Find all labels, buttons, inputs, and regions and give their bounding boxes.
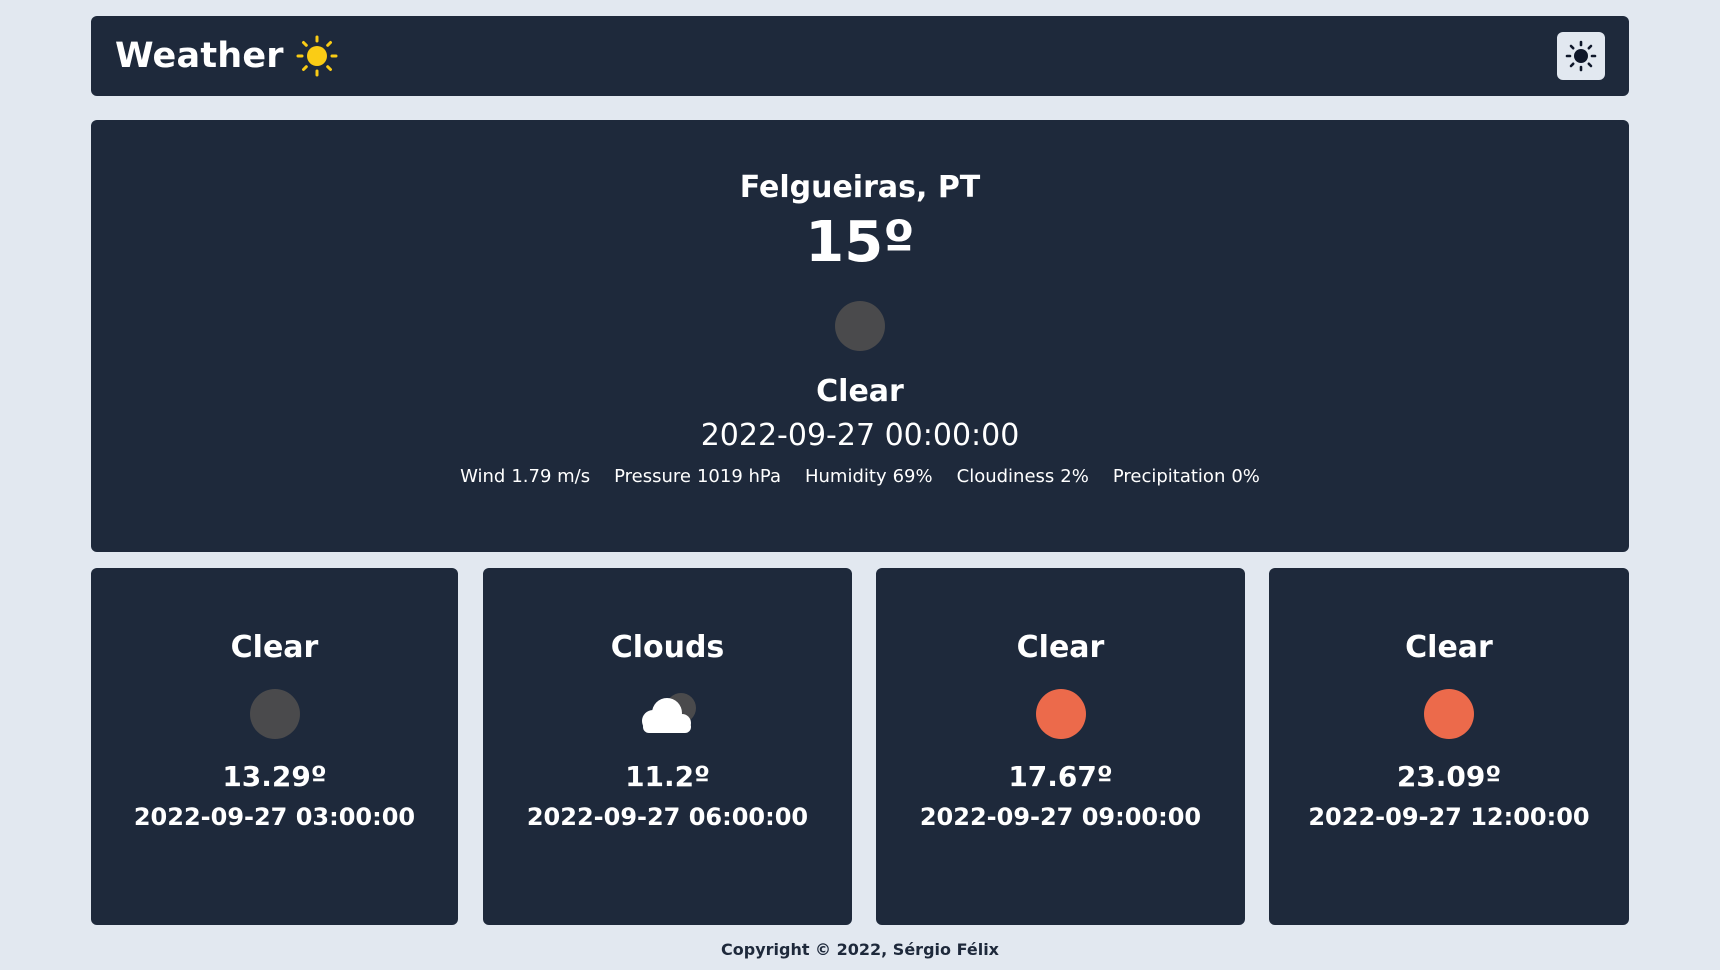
forecast-condition: Clear [230, 630, 319, 665]
location-name: Felgueiras, PT [739, 170, 981, 205]
forecast-datetime: 2022-09-27 06:00:00 [526, 803, 809, 831]
forecast-card: Clouds 11.2º 2022-09-27 06:00:00 [483, 568, 852, 925]
top-bar: Weather [91, 16, 1629, 96]
forecast-card: Clear 13.29º 2022-09-27 03:00:00 [91, 568, 458, 925]
stat-label: Cloudiness [956, 466, 1055, 487]
forecast-temperature: 17.67º [1008, 760, 1113, 793]
stat-cloudiness: Cloudiness 2% [957, 464, 1089, 490]
app-title: Weather [115, 36, 284, 76]
stat-label: Humidity [804, 466, 887, 487]
sun-clear-day-icon [1035, 689, 1086, 739]
forecast-icon-slot [1414, 688, 1484, 740]
theme-toggle-button[interactable] [1557, 32, 1605, 80]
stat-label: Precipitation [1112, 466, 1226, 487]
stat-value: 69% [892, 466, 933, 487]
forecast-icon-slot [633, 688, 703, 740]
forecast-card: Clear 23.09º 2022-09-27 12:00:00 [1269, 568, 1629, 925]
stat-value: 0% [1231, 466, 1260, 487]
forecast-datetime: 2022-09-27 12:00:00 [1308, 803, 1590, 831]
stat-label: Wind [460, 466, 506, 487]
sun-icon [296, 35, 338, 77]
sun-clear-day-icon [1424, 689, 1474, 739]
stat-humidity: Humidity 69% [805, 464, 933, 490]
forecast-datetime: 2022-09-27 09:00:00 [919, 803, 1202, 831]
forecast-icon-slot [1026, 688, 1096, 740]
forecast-condition: Clear [1016, 630, 1105, 665]
app-root: Weather Felgueiras, PT 15º Clear 2022-09… [0, 0, 1720, 970]
forecast-datetime: 2022-09-27 03:00:00 [133, 803, 416, 831]
stat-wind: Wind 1.79 m/s [460, 464, 590, 490]
weather-stats: Wind 1.79 m/s Pressure 1019 hPa Humidity… [460, 464, 1260, 490]
moon-clear-night-icon [249, 689, 300, 739]
current-weather-icon-slot [834, 300, 886, 352]
forecast-temperature: 23.09º [1396, 760, 1502, 793]
forecast-temperature: 13.29º [222, 760, 327, 793]
forecast-icon-slot [240, 688, 310, 740]
stat-pressure: Pressure 1019 hPa [614, 464, 781, 490]
stat-value: 1.79 m/s [511, 466, 591, 487]
current-weather-card: Felgueiras, PT 15º Clear 2022-09-27 00:0… [91, 120, 1629, 552]
stat-value: 2% [1060, 466, 1089, 487]
forecast-condition: Clear [1405, 630, 1493, 665]
forecast-temperature: 11.2º [625, 760, 710, 793]
current-datetime: 2022-09-27 00:00:00 [700, 418, 1020, 453]
forecast-card: Clear 17.67º 2022-09-27 09:00:00 [876, 568, 1245, 925]
current-condition: Clear [816, 374, 904, 409]
stat-precipitation: Precipitation 0% [1113, 464, 1260, 490]
current-temperature: 15º [805, 210, 915, 275]
brand: Weather [115, 35, 338, 77]
sun-icon [1565, 40, 1597, 72]
forecast-condition: Clouds [610, 630, 725, 665]
stat-value: 1019 hPa [696, 466, 781, 487]
stat-label: Pressure [614, 466, 691, 487]
copyright-footer: Copyright © 2022, Sérgio Félix [721, 940, 999, 959]
cloud-night-icon [641, 693, 696, 733]
moon-clear-night-icon [835, 301, 885, 351]
